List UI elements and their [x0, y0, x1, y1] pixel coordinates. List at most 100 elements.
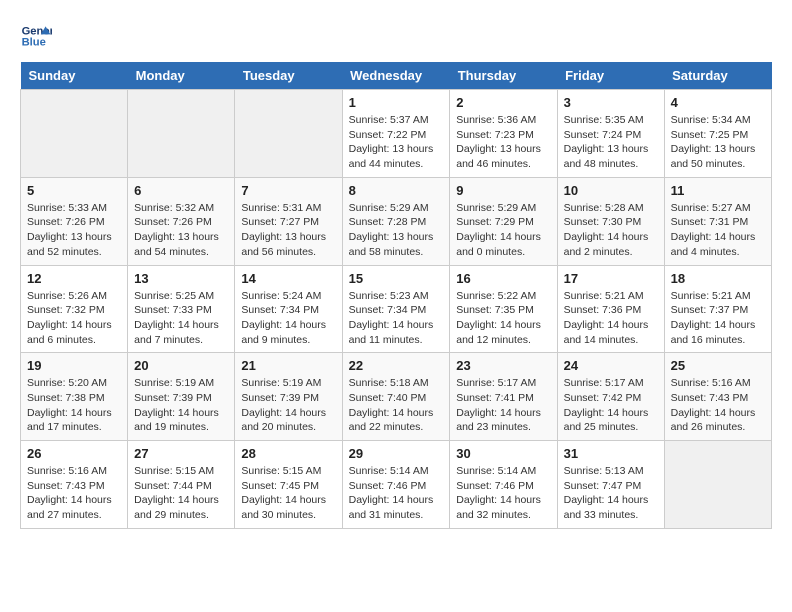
day-info: Sunrise: 5:23 AMSunset: 7:34 PMDaylight:… — [349, 289, 444, 348]
day-info: Sunrise: 5:18 AMSunset: 7:40 PMDaylight:… — [349, 376, 444, 435]
day-number: 28 — [241, 446, 335, 461]
day-number: 23 — [456, 358, 550, 373]
weekday-header-wednesday: Wednesday — [342, 62, 450, 90]
calendar-cell: 21 Sunrise: 5:19 AMSunset: 7:39 PMDayligh… — [235, 353, 342, 441]
day-number: 15 — [349, 271, 444, 286]
day-info: Sunrise: 5:16 AMSunset: 7:43 PMDaylight:… — [671, 376, 765, 435]
day-info: Sunrise: 5:14 AMSunset: 7:46 PMDaylight:… — [349, 464, 444, 523]
calendar-cell: 1 Sunrise: 5:37 AMSunset: 7:22 PMDaylight… — [342, 90, 450, 178]
calendar-cell — [128, 90, 235, 178]
day-number: 7 — [241, 183, 335, 198]
day-info: Sunrise: 5:17 AMSunset: 7:42 PMDaylight:… — [564, 376, 658, 435]
svg-text:Blue: Blue — [22, 37, 46, 49]
day-number: 19 — [27, 358, 121, 373]
day-number: 10 — [564, 183, 658, 198]
calendar-table: SundayMondayTuesdayWednesdayThursdayFrid… — [20, 62, 772, 529]
day-info: Sunrise: 5:15 AMSunset: 7:45 PMDaylight:… — [241, 464, 335, 523]
page-header: General Blue — [20, 20, 772, 52]
calendar-cell: 18 Sunrise: 5:21 AMSunset: 7:37 PMDayligh… — [664, 265, 771, 353]
calendar-cell: 20Sunrise: 5:19 AMSunset: 7:39 PMDayligh… — [128, 353, 235, 441]
week-row-1: 1 Sunrise: 5:37 AMSunset: 7:22 PMDaylight… — [21, 90, 772, 178]
calendar-cell: 3 Sunrise: 5:35 AMSunset: 7:24 PMDaylight… — [557, 90, 664, 178]
day-number: 13 — [134, 271, 228, 286]
day-number: 27 — [134, 446, 228, 461]
day-info: Sunrise: 5:25 AMSunset: 7:33 PMDaylight:… — [134, 289, 228, 348]
day-info: Sunrise: 5:31 AMSunset: 7:27 PMDaylight:… — [241, 201, 335, 260]
calendar-cell: 30Sunrise: 5:14 AMSunset: 7:46 PMDayligh… — [450, 441, 557, 529]
day-info: Sunrise: 5:13 AMSunset: 7:47 PMDaylight:… — [564, 464, 658, 523]
day-info: Sunrise: 5:29 AMSunset: 7:29 PMDaylight:… — [456, 201, 550, 260]
day-number: 8 — [349, 183, 444, 198]
calendar-cell: 17 Sunrise: 5:21 AMSunset: 7:36 PMDayligh… — [557, 265, 664, 353]
weekday-header-monday: Monday — [128, 62, 235, 90]
week-row-2: 5Sunrise: 5:33 AMSunset: 7:26 PMDaylight… — [21, 177, 772, 265]
day-number: 5 — [27, 183, 121, 198]
day-number: 4 — [671, 95, 765, 110]
day-number: 1 — [349, 95, 444, 110]
weekday-header-friday: Friday — [557, 62, 664, 90]
day-info: Sunrise: 5:15 AMSunset: 7:44 PMDaylight:… — [134, 464, 228, 523]
day-info: Sunrise: 5:21 AMSunset: 7:37 PMDaylight:… — [671, 289, 765, 348]
day-info: Sunrise: 5:28 AMSunset: 7:30 PMDaylight:… — [564, 201, 658, 260]
calendar-cell: 25 Sunrise: 5:16 AMSunset: 7:43 PMDayligh… — [664, 353, 771, 441]
calendar-cell: 28 Sunrise: 5:15 AMSunset: 7:45 PMDayligh… — [235, 441, 342, 529]
calendar-cell: 22Sunrise: 5:18 AMSunset: 7:40 PMDayligh… — [342, 353, 450, 441]
calendar-cell: 31 Sunrise: 5:13 AMSunset: 7:47 PMDayligh… — [557, 441, 664, 529]
day-info: Sunrise: 5:35 AMSunset: 7:24 PMDaylight:… — [564, 113, 658, 172]
day-info: Sunrise: 5:24 AMSunset: 7:34 PMDaylight:… — [241, 289, 335, 348]
day-number: 6 — [134, 183, 228, 198]
day-info: Sunrise: 5:27 AMSunset: 7:31 PMDaylight:… — [671, 201, 765, 260]
day-number: 29 — [349, 446, 444, 461]
weekday-header-saturday: Saturday — [664, 62, 771, 90]
day-number: 31 — [564, 446, 658, 461]
day-number: 24 — [564, 358, 658, 373]
calendar-cell: 29 Sunrise: 5:14 AMSunset: 7:46 PMDayligh… — [342, 441, 450, 529]
day-number: 3 — [564, 95, 658, 110]
day-info: Sunrise: 5:29 AMSunset: 7:28 PMDaylight:… — [349, 201, 444, 260]
day-number: 9 — [456, 183, 550, 198]
calendar-cell — [664, 441, 771, 529]
calendar-cell: 2 Sunrise: 5:36 AMSunset: 7:23 PMDaylight… — [450, 90, 557, 178]
day-info: Sunrise: 5:17 AMSunset: 7:41 PMDaylight:… — [456, 376, 550, 435]
calendar-cell: 23 Sunrise: 5:17 AMSunset: 7:41 PMDayligh… — [450, 353, 557, 441]
calendar-cell: 6 Sunrise: 5:32 AMSunset: 7:26 PMDaylight… — [128, 177, 235, 265]
day-number: 18 — [671, 271, 765, 286]
day-number: 30 — [456, 446, 550, 461]
weekday-header-sunday: Sunday — [21, 62, 128, 90]
calendar-cell: 24 Sunrise: 5:17 AMSunset: 7:42 PMDayligh… — [557, 353, 664, 441]
calendar-cell: 10 Sunrise: 5:28 AMSunset: 7:30 PMDayligh… — [557, 177, 664, 265]
calendar-cell: 13 Sunrise: 5:25 AMSunset: 7:33 PMDayligh… — [128, 265, 235, 353]
day-number: 25 — [671, 358, 765, 373]
weekday-header-tuesday: Tuesday — [235, 62, 342, 90]
calendar-cell: 8 Sunrise: 5:29 AMSunset: 7:28 PMDaylight… — [342, 177, 450, 265]
day-number: 17 — [564, 271, 658, 286]
calendar-cell: 5Sunrise: 5:33 AMSunset: 7:26 PMDaylight… — [21, 177, 128, 265]
day-info: Sunrise: 5:22 AMSunset: 7:35 PMDaylight:… — [456, 289, 550, 348]
calendar-cell: 14Sunrise: 5:24 AMSunset: 7:34 PMDayligh… — [235, 265, 342, 353]
day-info: Sunrise: 5:21 AMSunset: 7:36 PMDaylight:… — [564, 289, 658, 348]
day-number: 12 — [27, 271, 121, 286]
day-number: 11 — [671, 183, 765, 198]
calendar-cell: 12 Sunrise: 5:26 AMSunset: 7:32 PMDayligh… — [21, 265, 128, 353]
week-row-5: 26Sunrise: 5:16 AMSunset: 7:43 PMDayligh… — [21, 441, 772, 529]
day-number: 16 — [456, 271, 550, 286]
weekday-header-thursday: Thursday — [450, 62, 557, 90]
day-number: 20 — [134, 358, 228, 373]
day-info: Sunrise: 5:19 AMSunset: 7:39 PMDaylight:… — [241, 376, 335, 435]
day-number: 21 — [241, 358, 335, 373]
day-info: Sunrise: 5:36 AMSunset: 7:23 PMDaylight:… — [456, 113, 550, 172]
day-number: 2 — [456, 95, 550, 110]
week-row-3: 12 Sunrise: 5:26 AMSunset: 7:32 PMDayligh… — [21, 265, 772, 353]
day-info: Sunrise: 5:32 AMSunset: 7:26 PMDaylight:… — [134, 201, 228, 260]
weekday-header-row: SundayMondayTuesdayWednesdayThursdayFrid… — [21, 62, 772, 90]
day-info: Sunrise: 5:26 AMSunset: 7:32 PMDaylight:… — [27, 289, 121, 348]
week-row-4: 19Sunrise: 5:20 AMSunset: 7:38 PMDayligh… — [21, 353, 772, 441]
day-info: Sunrise: 5:34 AMSunset: 7:25 PMDaylight:… — [671, 113, 765, 172]
calendar-cell — [235, 90, 342, 178]
calendar-cell — [21, 90, 128, 178]
calendar-cell: 4 Sunrise: 5:34 AMSunset: 7:25 PMDaylight… — [664, 90, 771, 178]
logo: General Blue — [20, 20, 52, 52]
logo-icon: General Blue — [20, 20, 52, 52]
calendar-cell: 27 Sunrise: 5:15 AMSunset: 7:44 PMDayligh… — [128, 441, 235, 529]
day-info: Sunrise: 5:37 AMSunset: 7:22 PMDaylight:… — [349, 113, 444, 172]
